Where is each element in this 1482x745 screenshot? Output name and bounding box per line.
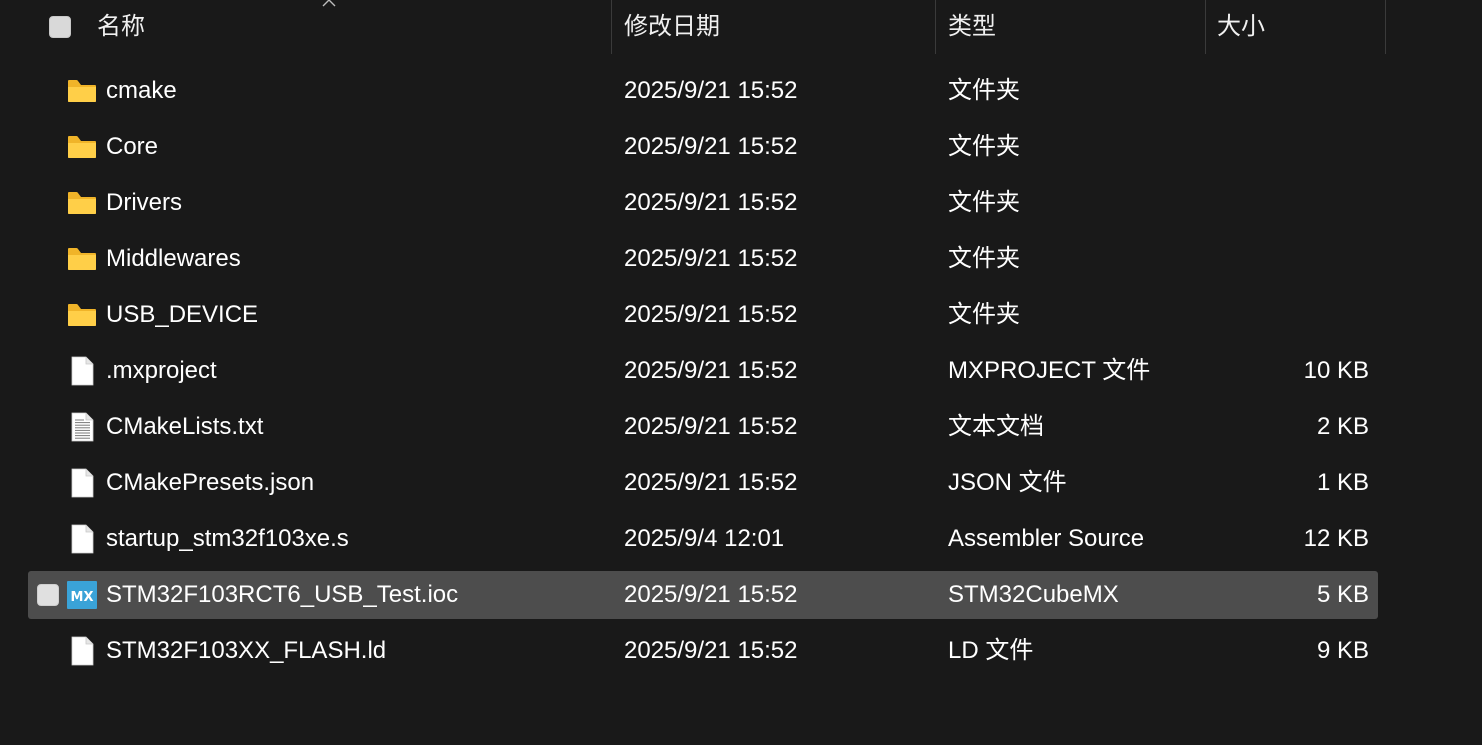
file-icon <box>71 356 94 386</box>
file-size: 1 KB <box>1316 469 1369 496</box>
file-type: 文件夹 <box>948 301 1020 328</box>
sort-ascending-icon <box>322 0 336 7</box>
file-modified-date: 2025/9/21 15:52 <box>624 413 798 440</box>
text-file-icon <box>71 412 94 442</box>
column-divider[interactable] <box>1205 0 1206 54</box>
file-size <box>1218 291 1369 339</box>
file-icon <box>71 468 94 498</box>
file-size: 10 KB <box>1303 357 1369 384</box>
file-name[interactable]: STM32F103RCT6_USB_Test.ioc <box>106 571 606 619</box>
file-modified-date: 2025/9/21 15:52 <box>624 77 798 104</box>
file-type: 文件夹 <box>948 133 1020 160</box>
file-modified-date: 2025/9/21 15:52 <box>624 637 798 664</box>
file-row[interactable]: cmake 2025/9/21 15:52 文件夹 <box>28 67 1378 115</box>
file-row[interactable]: STM32F103XX_FLASH.ld 2025/9/21 15:52 LD 文件… <box>28 627 1378 675</box>
file-row[interactable]: Middlewares 2025/9/21 15:52 文件夹 <box>28 235 1378 283</box>
file-row[interactable]: .mxproject 2025/9/21 15:52 MXPROJECT 文件 10 … <box>28 347 1378 395</box>
file-modified-date: 2025/9/21 15:52 <box>624 189 798 216</box>
file-name[interactable]: CMakeLists.txt <box>106 403 606 451</box>
file-name[interactable]: STM32F103XX_FLASH.ld <box>106 627 606 675</box>
file-row[interactable]: Core 2025/9/21 15:52 文件夹 <box>28 123 1378 171</box>
file-name[interactable]: .mxproject <box>106 347 606 395</box>
file-modified-date: 2025/9/21 15:52 <box>624 245 798 272</box>
column-header-modified[interactable]: 修改日期 <box>624 0 924 54</box>
file-name[interactable]: cmake <box>106 67 606 115</box>
file-type: 文件夹 <box>948 189 1020 216</box>
file-type: LD 文件 <box>948 637 1034 664</box>
file-row[interactable]: CMakeLists.txt 2025/9/21 15:52 文本文档 2 KB <box>28 403 1378 451</box>
file-size: 5 KB <box>1316 581 1369 608</box>
file-size <box>1218 179 1369 227</box>
file-size: 9 KB <box>1316 637 1369 664</box>
file-list-view: 名称 修改日期 类型 大小 cmake 2025/9/21 15:52 文件夹 Cor… <box>0 0 1482 745</box>
column-divider[interactable] <box>1385 0 1386 54</box>
file-name[interactable]: Core <box>106 123 606 171</box>
column-header-size[interactable]: 大小 <box>1217 0 1367 54</box>
file-row[interactable]: CMakePresets.json 2025/9/21 15:52 JSON 文件 1… <box>28 459 1378 507</box>
row-checkbox[interactable] <box>37 584 59 606</box>
file-icon <box>71 636 94 666</box>
column-header-type[interactable]: 类型 <box>948 0 1188 54</box>
file-size <box>1218 235 1369 283</box>
file-size: 12 KB <box>1303 525 1369 552</box>
file-type: 文件夹 <box>948 245 1020 272</box>
file-name[interactable]: CMakePresets.json <box>106 459 606 507</box>
file-row[interactable]: MX STM32F103RCT6_USB_Test.ioc 2025/9/21 15… <box>28 571 1378 619</box>
file-type: Assembler Source <box>948 525 1145 552</box>
column-divider[interactable] <box>611 0 612 54</box>
select-all-checkbox[interactable] <box>49 16 71 38</box>
file-name[interactable]: USB_DEVICE <box>106 291 606 339</box>
mx-icon: MX <box>67 581 97 609</box>
file-size: 2 KB <box>1316 413 1369 440</box>
column-divider[interactable] <box>935 0 936 54</box>
column-header-name[interactable]: 名称 <box>97 0 597 54</box>
file-type: STM32CubeMX <box>948 581 1119 608</box>
file-modified-date: 2025/9/4 12:01 <box>624 525 785 552</box>
file-row[interactable]: Drivers 2025/9/21 15:52 文件夹 <box>28 179 1378 227</box>
file-modified-date: 2025/9/21 15:52 <box>624 469 798 496</box>
file-name[interactable]: Drivers <box>106 179 606 227</box>
column-header: 名称 修改日期 类型 大小 <box>0 0 1482 54</box>
file-name[interactable]: Middlewares <box>106 235 606 283</box>
file-modified-date: 2025/9/21 15:52 <box>624 581 798 608</box>
file-row[interactable]: startup_stm32f103xe.s 2025/9/4 12:01 Assem… <box>28 515 1378 563</box>
file-type: 文本文档 <box>948 413 1044 440</box>
file-row[interactable]: USB_DEVICE 2025/9/21 15:52 文件夹 <box>28 291 1378 339</box>
folder-icon <box>68 248 96 270</box>
file-modified-date: 2025/9/21 15:52 <box>624 133 798 160</box>
folder-icon <box>68 304 96 326</box>
file-type: 文件夹 <box>948 77 1020 104</box>
file-modified-date: 2025/9/21 15:52 <box>624 301 798 328</box>
file-size <box>1218 67 1369 115</box>
folder-icon <box>68 80 96 102</box>
file-modified-date: 2025/9/21 15:52 <box>624 357 798 384</box>
file-type: JSON 文件 <box>948 469 1067 496</box>
file-icon <box>71 524 94 554</box>
file-size <box>1218 123 1369 171</box>
folder-icon <box>68 192 96 214</box>
mx-icon-label: MX <box>71 590 94 605</box>
file-type: MXPROJECT 文件 <box>948 357 1151 384</box>
folder-icon <box>68 136 96 158</box>
file-name[interactable]: startup_stm32f103xe.s <box>106 515 606 563</box>
